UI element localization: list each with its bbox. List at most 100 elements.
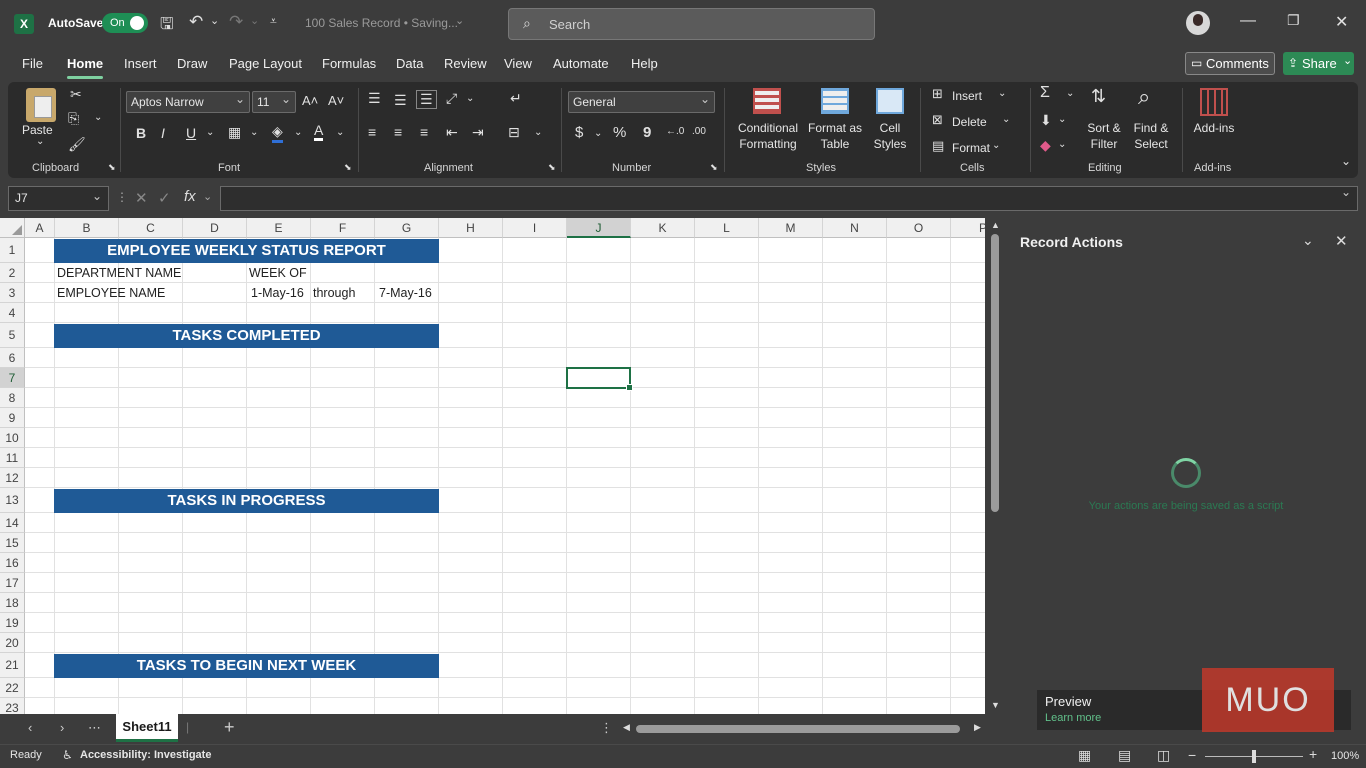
cell-styles-icon[interactable] [876, 88, 904, 114]
merge-center-icon[interactable]: ⊟ [508, 124, 520, 141]
enter-icon[interactable]: ✓ [158, 189, 171, 207]
row-header[interactable]: 22 [0, 678, 25, 698]
row-header[interactable]: 20 [0, 633, 25, 653]
font-size-select[interactable]: 11 [252, 89, 296, 113]
borders-icon[interactable]: ▦ [228, 124, 241, 141]
scroll-right-icon[interactable]: ▶ [974, 722, 981, 733]
zoom-in-icon[interactable]: + [1309, 746, 1317, 762]
sort-filter-label-2[interactable]: Filter [1084, 136, 1124, 152]
increase-indent-icon[interactable]: ⇥ [472, 124, 484, 141]
increase-font-icon[interactable]: A˄ [302, 93, 318, 108]
align-bottom-icon[interactable]: ☰ [416, 90, 437, 109]
align-middle-icon[interactable]: ☰ [394, 92, 407, 109]
fill-icon[interactable]: ⬇ [1040, 112, 1052, 129]
format-as-table-icon[interactable] [821, 88, 849, 114]
start-date-cell[interactable]: 1-May-16 [251, 286, 304, 300]
align-center-icon[interactable]: ≡ [394, 124, 402, 140]
spreadsheet-grid[interactable]: A B C D E F G H I J K L M N O P 1 2 3 4 … [0, 218, 985, 714]
tasks-in-progress-banner[interactable]: TASKS IN PROGRESS [54, 489, 439, 513]
currency-dropdown-icon[interactable]: ⌄ [594, 128, 602, 139]
minimize-icon[interactable]: — [1240, 12, 1256, 30]
underline-dropdown-icon[interactable]: ⌄ [206, 127, 214, 138]
row-header[interactable]: 12 [0, 468, 25, 488]
autosum-dropdown-icon[interactable]: ⌄ [1066, 88, 1074, 99]
add-ins-button[interactable]: Add-ins [1188, 120, 1240, 136]
delete-dropdown-icon[interactable]: ⌄ [1002, 114, 1010, 125]
align-left-icon[interactable]: ≡ [368, 124, 376, 140]
department-label-cell[interactable]: DEPARTMENT NAME [57, 266, 181, 280]
tab-data[interactable]: Data [396, 56, 423, 71]
paste-dropdown-icon[interactable]: ⌄ [36, 136, 44, 147]
title-dropdown-icon[interactable]: ⌄ [455, 14, 464, 27]
tasks-completed-banner[interactable]: TASKS COMPLETED [54, 324, 439, 348]
collapse-panel-icon[interactable]: ⌄ [1302, 232, 1314, 249]
column-header[interactable]: I [503, 218, 567, 238]
tab-review[interactable]: Review [444, 56, 487, 71]
percent-button[interactable]: % [613, 124, 626, 141]
row-header[interactable]: 14 [0, 513, 25, 533]
tab-view[interactable]: View [504, 56, 532, 71]
align-right-icon[interactable]: ≡ [420, 124, 428, 140]
column-header[interactable]: E [247, 218, 311, 238]
employee-label-cell[interactable]: EMPLOYEE NAME [57, 286, 165, 300]
tab-insert[interactable]: Insert [124, 56, 157, 71]
fill-dropdown-icon[interactable]: ⌄ [1058, 114, 1066, 125]
delete-cells-icon[interactable]: ⊠ [932, 112, 943, 128]
column-header[interactable]: F [311, 218, 375, 238]
previous-sheet-icon[interactable]: ‹ [28, 720, 32, 735]
column-header[interactable]: H [439, 218, 503, 238]
decrease-decimal-icon[interactable]: .00 [692, 126, 706, 137]
delete-cells-button[interactable]: Delete [952, 114, 987, 130]
increase-decimal-icon[interactable]: ←.0 [666, 126, 684, 137]
column-header[interactable]: P [951, 218, 985, 238]
clear-dropdown-icon[interactable]: ⌄ [1058, 139, 1066, 150]
insert-cells-button[interactable]: Insert [952, 88, 982, 104]
zoom-out-icon[interactable]: − [1188, 747, 1196, 763]
row-header[interactable]: 9 [0, 408, 25, 428]
scroll-left-icon[interactable]: ◀ [623, 722, 630, 733]
cell-styles-label-1[interactable]: Cell [866, 120, 914, 136]
italic-button[interactable]: I [161, 125, 165, 141]
more-sheets-icon[interactable]: ⋯ [88, 720, 101, 736]
zoom-slider-thumb[interactable] [1252, 750, 1256, 763]
vertical-scroll-thumb[interactable] [991, 234, 999, 512]
scroll-down-icon[interactable]: ▼ [991, 700, 1000, 710]
alignment-launcher-icon[interactable]: ⬊ [548, 162, 556, 173]
decrease-font-icon[interactable]: A˅ [328, 93, 344, 108]
row-header[interactable]: 1 [0, 238, 25, 263]
find-select-label-1[interactable]: Find & [1128, 120, 1174, 136]
document-title[interactable]: 100 Sales Record • Saving... [305, 16, 458, 30]
orientation-dropdown-icon[interactable]: ⌄ [466, 93, 474, 104]
find-select-icon[interactable]: ⌕ [1138, 84, 1150, 110]
bold-button[interactable]: B [136, 125, 146, 141]
fill-color-dropdown-icon[interactable]: ⌄ [294, 127, 302, 138]
row-header[interactable]: 6 [0, 348, 25, 368]
number-launcher-icon[interactable]: ⬊ [710, 162, 718, 173]
conditional-formatting-icon[interactable] [753, 88, 781, 114]
tab-file[interactable]: File [22, 56, 43, 71]
tab-page-layout[interactable]: Page Layout [229, 56, 302, 71]
column-header[interactable]: M [759, 218, 823, 238]
redo-icon[interactable]: ↷ [229, 12, 243, 32]
column-header[interactable]: O [887, 218, 951, 238]
cell-styles-label-2[interactable]: Styles [866, 136, 914, 152]
decrease-indent-icon[interactable]: ⇤ [446, 124, 458, 141]
customize-toolbar-icon[interactable]: ⩡ [270, 14, 277, 29]
undo-icon[interactable]: ↶ [189, 12, 203, 32]
column-header[interactable]: C [119, 218, 183, 238]
column-header[interactable]: K [631, 218, 695, 238]
zoom-level[interactable]: 100% [1331, 750, 1359, 762]
row-header[interactable]: 13 [0, 488, 25, 513]
row-header[interactable]: 15 [0, 533, 25, 553]
autosave-toggle[interactable]: On [102, 13, 148, 33]
format-painter-icon[interactable]: 🖌 [68, 136, 86, 153]
name-box-dropdown-icon[interactable]: ⌄ [92, 185, 102, 208]
column-header[interactable]: G [375, 218, 439, 238]
comma-style-button[interactable]: 9 [643, 124, 651, 141]
row-header[interactable]: 21 [0, 653, 25, 678]
autosum-icon[interactable]: Σ [1040, 84, 1050, 102]
next-sheet-icon[interactable]: › [60, 720, 64, 735]
expand-formula-icon[interactable]: ⌄ [1341, 185, 1351, 199]
formula-input[interactable]: ⌄ [220, 185, 1358, 211]
accessibility-status[interactable]: Accessibility: Investigate [80, 749, 211, 761]
